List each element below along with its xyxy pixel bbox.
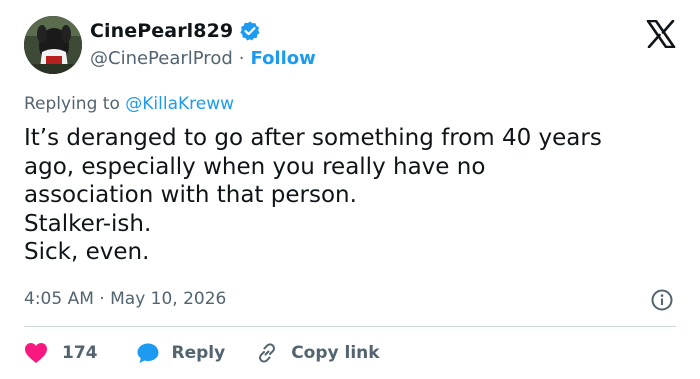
tweet-date: May 10, 2026: [110, 289, 227, 309]
reply-button[interactable]: Reply: [136, 342, 226, 364]
tweet-time: 4:05 AM: [24, 289, 94, 309]
display-name[interactable]: CinePearl829: [90, 20, 233, 42]
replying-to-mention[interactable]: @KillaKreww: [125, 94, 234, 114]
action-bar: 174 Reply Copy link: [24, 340, 380, 366]
heart-icon: [25, 343, 47, 363]
separator-dot: ·: [238, 48, 245, 69]
replying-to-line: Replying to @KillaKreww: [24, 94, 234, 114]
like-button[interactable]: 174: [24, 342, 98, 364]
follow-button[interactable]: Follow: [251, 48, 316, 69]
handle-row: @CinePearlProd · Follow: [90, 48, 316, 69]
speech-bubble-icon: [137, 343, 158, 363]
tweet-timestamp[interactable]: 4:05 AM · May 10, 2026: [24, 289, 226, 309]
reply-label: Reply: [171, 343, 226, 363]
user-handle[interactable]: @CinePearlProd: [90, 48, 233, 69]
divider: [24, 326, 676, 327]
like-count: 174: [62, 343, 98, 363]
x-logo-icon[interactable]: [646, 20, 676, 48]
link-icon: [259, 343, 276, 363]
author-name-row: CinePearl829: [90, 20, 261, 42]
copy-link-label: Copy link: [291, 343, 380, 363]
avatar[interactable]: [24, 16, 82, 74]
avatar-image: [24, 16, 82, 74]
timestamp-separator: ·: [99, 289, 105, 309]
replying-to-prefix: Replying to: [24, 94, 126, 114]
copy-link-button[interactable]: Copy link: [255, 341, 380, 365]
verified-badge-icon: [240, 21, 260, 41]
info-icon[interactable]: [651, 289, 673, 311]
tweet-text: It’s deranged to go after something from…: [24, 125, 602, 266]
